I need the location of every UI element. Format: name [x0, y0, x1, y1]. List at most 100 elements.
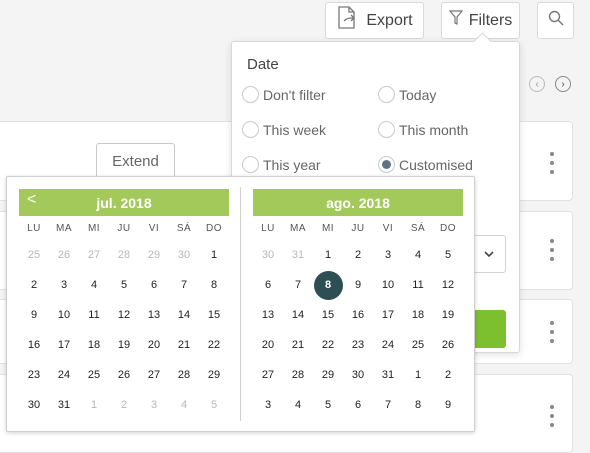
calendar-day[interactable]: 29 — [199, 360, 229, 390]
radio-button[interactable] — [242, 156, 259, 173]
calendar-day[interactable]: 28 — [109, 240, 139, 270]
calendar-day[interactable]: 4 — [283, 390, 313, 420]
more-options-icon[interactable] — [550, 321, 554, 343]
radio-today[interactable]: Today — [378, 86, 436, 103]
calendar-day[interactable]: 21 — [283, 330, 313, 360]
calendar-day[interactable]: 26 — [49, 240, 79, 270]
calendar-day[interactable]: 30 — [19, 390, 49, 420]
radio-button[interactable] — [242, 121, 259, 138]
radio-button[interactable] — [378, 121, 395, 138]
calendar-day[interactable]: 26 — [433, 330, 463, 360]
calendar-day[interactable]: 3 — [49, 270, 79, 300]
calendar-day[interactable]: 2 — [433, 360, 463, 390]
calendar-day[interactable]: 5 — [199, 390, 229, 420]
calendar-day[interactable]: 1 — [79, 390, 109, 420]
calendar-day[interactable]: 18 — [79, 330, 109, 360]
calendar-day[interactable]: 30 — [343, 360, 373, 390]
calendar-day[interactable]: 15 — [199, 300, 229, 330]
radio-this-year[interactable]: This year — [242, 156, 321, 173]
calendar-day[interactable]: 31 — [283, 240, 313, 270]
calendar-day[interactable]: 17 — [49, 330, 79, 360]
calendar-day[interactable]: 11 — [79, 300, 109, 330]
calendar-day[interactable]: 29 — [139, 240, 169, 270]
calendar-day[interactable]: 8 — [403, 390, 433, 420]
more-options-icon[interactable] — [550, 405, 554, 427]
calendar-day[interactable]: 31 — [373, 360, 403, 390]
calendar-day[interactable]: 2 — [19, 270, 49, 300]
extend-button[interactable]: Extend — [96, 143, 175, 180]
calendar-day[interactable]: 12 — [109, 300, 139, 330]
calendar-day[interactable]: 12 — [433, 270, 463, 300]
calendar-day[interactable]: 14 — [169, 300, 199, 330]
prev-month-button[interactable]: < — [27, 191, 36, 209]
calendar-day[interactable]: 25 — [403, 330, 433, 360]
calendar-day[interactable]: 20 — [139, 330, 169, 360]
calendar-day[interactable]: 14 — [283, 300, 313, 330]
calendar-day[interactable]: 3 — [253, 390, 283, 420]
date-end-select[interactable] — [472, 235, 506, 273]
calendar-day[interactable]: 13 — [253, 300, 283, 330]
pager-prev-button[interactable]: ‹ — [529, 76, 545, 92]
calendar-day[interactable]: 21 — [169, 330, 199, 360]
calendar-day[interactable]: 27 — [253, 360, 283, 390]
calendar-day[interactable]: 13 — [139, 300, 169, 330]
calendar-day[interactable]: 27 — [79, 240, 109, 270]
calendar-day[interactable]: 2 — [343, 240, 373, 270]
calendar-day[interactable]: 10 — [49, 300, 79, 330]
radio-button[interactable] — [242, 86, 259, 103]
calendar-day[interactable]: 1 — [403, 360, 433, 390]
calendar-day[interactable]: 30 — [253, 240, 283, 270]
calendar-day[interactable]: 24 — [49, 360, 79, 390]
calendar-day[interactable]: 30 — [169, 240, 199, 270]
calendar-day[interactable]: 23 — [343, 330, 373, 360]
radio-dont-filter[interactable]: Don't filter — [242, 86, 326, 103]
calendar-day[interactable]: 25 — [19, 240, 49, 270]
calendar-day[interactable]: 9 — [433, 390, 463, 420]
calendar-day[interactable]: 29 — [313, 360, 343, 390]
calendar-day[interactable]: 26 — [109, 360, 139, 390]
calendar-day[interactable]: 6 — [343, 390, 373, 420]
calendar-day[interactable]: 18 — [403, 300, 433, 330]
calendar-day[interactable]: 19 — [433, 300, 463, 330]
calendar-day[interactable]: 25 — [79, 360, 109, 390]
calendar-day[interactable]: 6 — [139, 270, 169, 300]
calendar-day[interactable]: 5 — [313, 390, 343, 420]
calendar-day[interactable]: 4 — [403, 240, 433, 270]
calendar-day[interactable]: 15 — [313, 300, 343, 330]
calendar-day-selected[interactable]: 8 — [313, 270, 343, 300]
calendar-day[interactable]: 7 — [169, 270, 199, 300]
calendar-day[interactable]: 24 — [373, 330, 403, 360]
calendar-day[interactable]: 9 — [19, 300, 49, 330]
calendar-day[interactable]: 8 — [199, 270, 229, 300]
calendar-day[interactable]: 7 — [373, 390, 403, 420]
calendar-day[interactable]: 1 — [313, 240, 343, 270]
calendar-day[interactable]: 4 — [79, 270, 109, 300]
calendar-day[interactable]: 20 — [253, 330, 283, 360]
calendar-day[interactable]: 5 — [109, 270, 139, 300]
calendar-day[interactable]: 23 — [19, 360, 49, 390]
radio-button[interactable] — [378, 86, 395, 103]
calendar-day[interactable]: 22 — [199, 330, 229, 360]
calendar-day[interactable]: 22 — [313, 330, 343, 360]
calendar-day[interactable]: 27 — [139, 360, 169, 390]
pager-next-button[interactable]: › — [555, 76, 571, 92]
calendar-day[interactable]: 7 — [283, 270, 313, 300]
radio-this-month[interactable]: This month — [378, 121, 468, 138]
calendar-day[interactable]: 3 — [139, 390, 169, 420]
calendar-day[interactable]: 9 — [343, 270, 373, 300]
more-options-icon[interactable] — [550, 152, 554, 174]
search-button[interactable] — [537, 2, 574, 39]
calendar-day[interactable]: 17 — [373, 300, 403, 330]
calendar-day[interactable]: 1 — [199, 240, 229, 270]
radio-customised[interactable]: Customised — [378, 156, 473, 173]
calendar-day[interactable]: 5 — [433, 240, 463, 270]
calendar-day[interactable]: 4 — [169, 390, 199, 420]
calendar-day[interactable]: 28 — [283, 360, 313, 390]
calendar-day[interactable]: 3 — [373, 240, 403, 270]
calendar-day[interactable]: 19 — [109, 330, 139, 360]
calendar-day[interactable]: 16 — [19, 330, 49, 360]
radio-button-selected[interactable] — [378, 156, 395, 173]
calendar-day[interactable]: 28 — [169, 360, 199, 390]
calendar-day[interactable]: 6 — [253, 270, 283, 300]
more-options-icon[interactable] — [550, 239, 554, 261]
